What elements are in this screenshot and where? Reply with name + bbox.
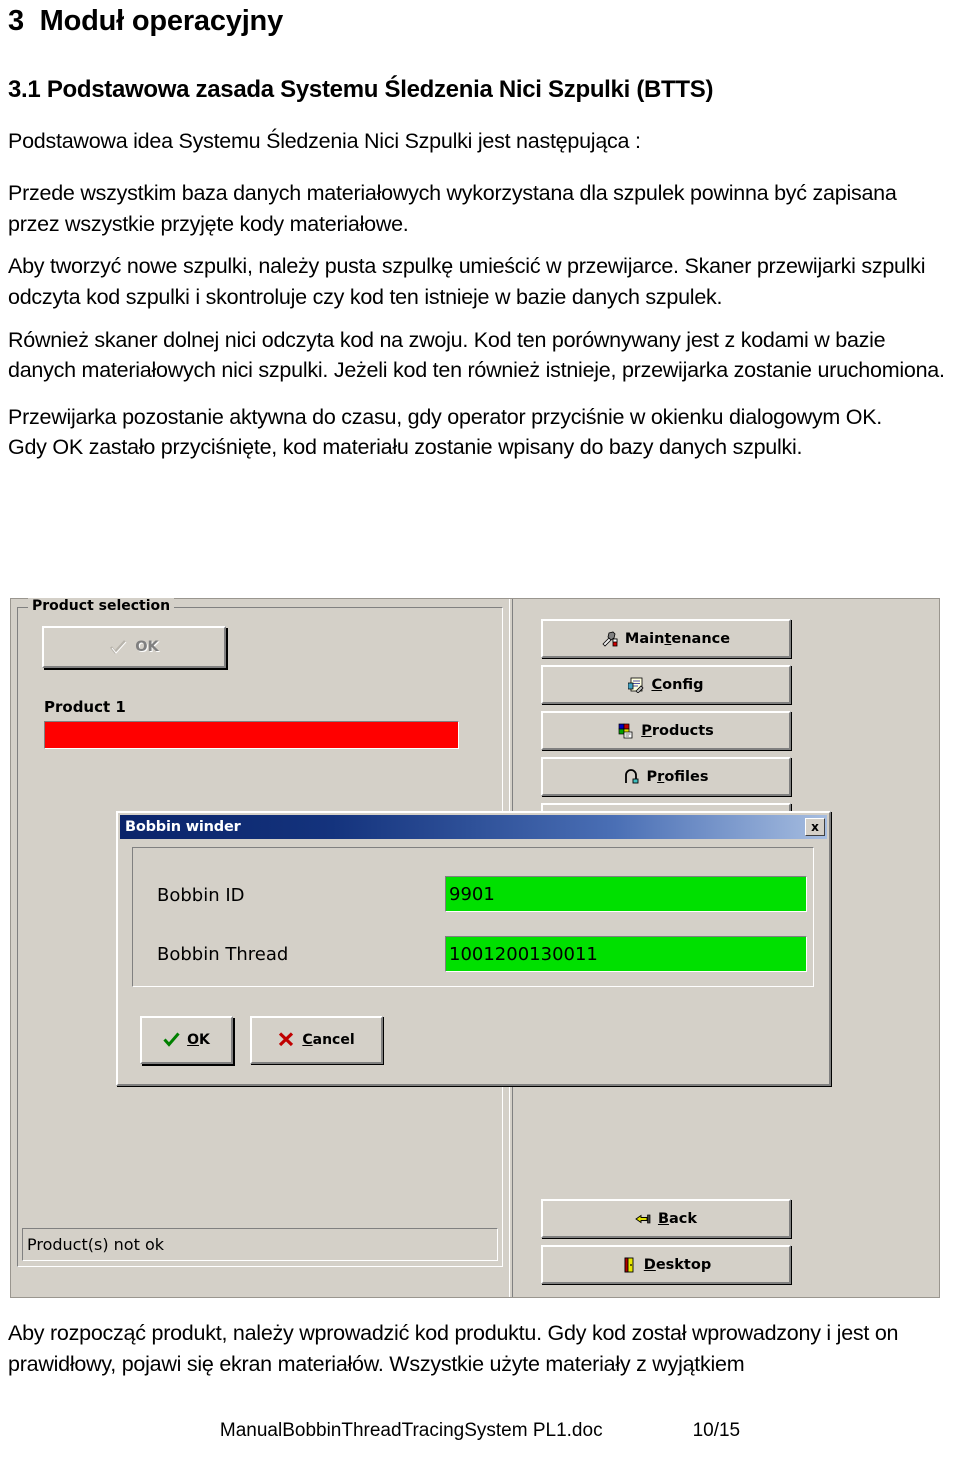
dialog-title: Bobbin winder <box>125 819 241 835</box>
maintenance-button[interactable]: Maintenance <box>541 619 791 658</box>
dialog-cancel-button[interactable]: Cancel <box>250 1016 383 1064</box>
desktop-label: Desktop <box>643 1256 712 1273</box>
product-ok-label: OK <box>135 639 159 655</box>
page-title: 3 Moduł operacyjny <box>8 5 952 38</box>
dialog-field-group: Bobbin ID 9901 Bobbin Thread 10012001300… <box>132 847 814 987</box>
maintenance-icon <box>602 631 618 647</box>
paragraph-1: Podstawowa idea Systemu Śledzenia Nici S… <box>8 128 641 153</box>
footer-filename: ManualBobbinThreadTracingSystem PL1.doc <box>219 1420 603 1441</box>
heading-text: Moduł operacyjny <box>39 5 284 37</box>
dialog-cancel-label: Cancel <box>302 1032 355 1048</box>
desktop-door-icon <box>621 1257 637 1273</box>
config-button[interactable]: Config <box>541 665 791 704</box>
paragraph-2: Przede wszystkim baza danych materiałowy… <box>8 181 897 236</box>
paragraph-6: Gdy OK zastało przyciśnięte, kod materia… <box>8 435 803 460</box>
bobbin-id-value: 9901 <box>449 883 495 905</box>
bobbin-thread-field[interactable]: 1001200130011 <box>445 936 807 972</box>
product-selection-title: Product selection <box>28 598 175 614</box>
check-icon <box>109 639 127 655</box>
product-1-label: Product 1 <box>44 698 126 716</box>
paragraph-3: Aby tworzyć nowe szpulki, należy pusta s… <box>8 254 926 309</box>
cross-icon <box>278 1032 294 1048</box>
desktop-button[interactable]: Desktop <box>541 1245 791 1284</box>
bobbin-id-label: Bobbin ID <box>157 885 245 906</box>
status-text: Product(s) not ok <box>27 1235 164 1254</box>
bobbin-id-field[interactable]: 9901 <box>445 876 807 912</box>
profiles-button[interactable]: Profiles <box>541 757 791 796</box>
back-button[interactable]: Back <box>541 1199 791 1238</box>
bobbin-winder-dialog: Bobbin winder x Bobbin ID 9901 Bobbin Th… <box>116 811 831 1086</box>
maintenance-label: Maintenance <box>624 630 731 647</box>
profiles-label: Profiles <box>646 768 709 785</box>
dialog-ok-label: OK <box>187 1032 210 1048</box>
product-1-status-bar <box>44 721 459 749</box>
page-footer: ManualBobbinThreadTracingSystem PL1.doc … <box>0 1420 960 1442</box>
profiles-icon <box>624 768 640 785</box>
paragraph-5: Przewijarka pozostanie aktywna do czasu,… <box>8 404 883 429</box>
heading-number: 3 <box>8 5 24 37</box>
back-arrow-icon <box>635 1211 651 1227</box>
products-button[interactable]: Products <box>541 711 791 750</box>
back-label: Back <box>657 1210 698 1227</box>
bobbin-thread-label: Bobbin Thread <box>157 944 289 965</box>
bobbin-thread-value: 1001200130011 <box>449 943 598 965</box>
application-screenshot: Product selection OK Product 1 Product(s… <box>10 598 940 1298</box>
config-icon <box>628 677 645 693</box>
check-icon <box>163 1032 180 1048</box>
dialog-ok-button[interactable]: OK <box>140 1016 233 1064</box>
close-glyph: x <box>811 820 819 834</box>
paragraph-4: Również skaner dolnej nici odczyta kod n… <box>8 327 945 383</box>
section-subheading: 3.1 Podstawowa zasada Systemu Śledzenia … <box>8 76 714 104</box>
products-label: Products <box>641 722 714 739</box>
dialog-titlebar[interactable]: Bobbin winder x <box>120 815 827 839</box>
footer-page-number: 10/15 <box>692 1420 741 1441</box>
paragraph-after-figure: Aby rozpocząć produkt, należy wprowadzić… <box>8 1321 899 1376</box>
product-ok-button[interactable]: OK <box>42 626 226 668</box>
config-label: Config <box>651 676 704 693</box>
status-bar: Product(s) not ok <box>22 1228 498 1261</box>
products-icon <box>618 723 634 739</box>
close-icon[interactable]: x <box>805 818 825 836</box>
document-body: 3 Moduł operacyjny 3.1 Podstawowa zasada… <box>8 0 952 463</box>
